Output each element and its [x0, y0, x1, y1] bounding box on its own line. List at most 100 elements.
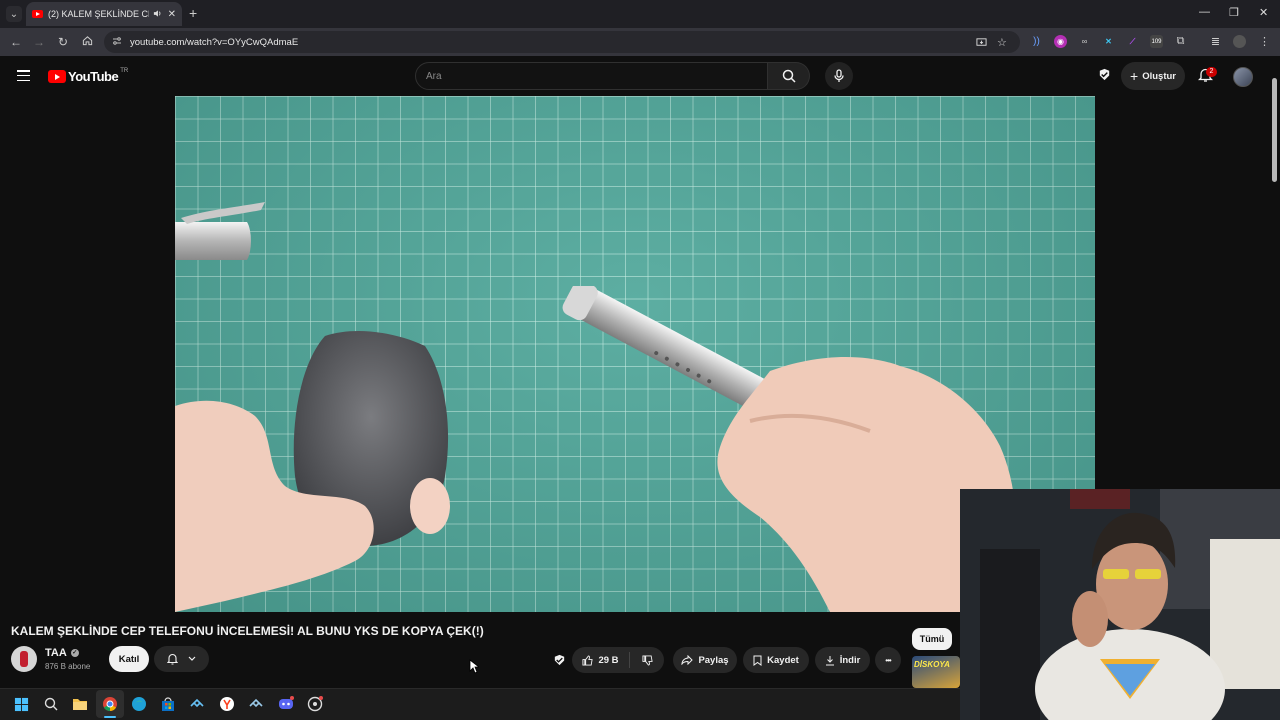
- search-input[interactable]: [415, 62, 769, 90]
- share-label: Paylaş: [698, 654, 729, 666]
- yandex-icon[interactable]: [219, 696, 235, 712]
- obs-icon[interactable]: [307, 696, 323, 712]
- close-window-button[interactable]: ✕: [1259, 6, 1268, 19]
- tab-search-icon[interactable]: ⌄: [6, 6, 22, 22]
- microsoft-store-icon[interactable]: [160, 696, 176, 712]
- extension-pink-icon[interactable]: ◉: [1054, 35, 1067, 48]
- edge-icon[interactable]: [131, 696, 147, 712]
- thumbnail-text: DİSKOYA: [914, 660, 950, 669]
- premium-sparkle-icon[interactable]: [1097, 67, 1112, 87]
- dislike-button[interactable]: [630, 654, 664, 666]
- subscription-bell-button[interactable]: [154, 646, 209, 672]
- video-title: KALEM ŞEKLİNDE CEP TELEFONU İNCELEMESİ! …: [11, 624, 484, 638]
- share-button[interactable]: Paylaş: [673, 647, 737, 673]
- download-icon: [825, 655, 834, 665]
- tab-title: (2) KALEM ŞEKLİNDE CEP TE: [48, 9, 149, 19]
- extensions-puzzle-icon[interactable]: ⧉: [1174, 35, 1187, 48]
- steam-icon[interactable]: [189, 696, 205, 712]
- like-count: 29 B: [598, 654, 619, 666]
- share-arrow-icon: [681, 655, 694, 665]
- channel-avatar[interactable]: [11, 646, 37, 672]
- subscriber-count: 876 B abone: [45, 662, 91, 671]
- url-text: youtube.com/watch?v=OYyCwQAdmaE: [130, 36, 299, 48]
- screen: ⌄ (2) KALEM ŞEKLİNDE CEP TE ✕ + — ❐ ✕ ← …: [0, 0, 1280, 720]
- create-button[interactable]: + Oluştur: [1121, 62, 1185, 90]
- more-horizontal-icon: •••: [885, 655, 891, 665]
- create-label: Oluştur: [1142, 70, 1176, 82]
- thumbs-up-icon: [582, 654, 594, 666]
- home-icon[interactable]: [79, 34, 95, 50]
- account-avatar[interactable]: [1233, 67, 1253, 87]
- tab-close-icon[interactable]: ✕: [168, 9, 176, 20]
- extension-counter-badge: 109: [1151, 38, 1162, 45]
- premium-sparkle-small-icon[interactable]: [552, 653, 567, 672]
- save-label: Kaydet: [767, 654, 799, 666]
- extension-purple-icon[interactable]: ⟋: [1126, 35, 1139, 48]
- filter-chip-all[interactable]: Tümü: [912, 628, 952, 650]
- address-bar[interactable]: youtube.com/watch?v=OYyCwQAdmaE ☆: [104, 31, 1020, 53]
- pen-cap-image: [175, 202, 265, 260]
- extension-counter-icon[interactable]: 109: [1150, 35, 1163, 48]
- bookmark-icon: [753, 655, 762, 666]
- recommended-video-thumbnail[interactable]: DİSKOYA: [912, 656, 960, 688]
- more-actions-button[interactable]: •••: [875, 647, 901, 673]
- minimize-button[interactable]: —: [1199, 6, 1210, 18]
- youtube-logo-text: YouTube: [68, 69, 119, 84]
- steam-client-icon[interactable]: [248, 696, 264, 712]
- extension-wave-icon[interactable]: )): [1030, 35, 1043, 48]
- youtube-header: YouTube TR + Oluştur: [0, 56, 1280, 96]
- browser-menu-icon[interactable]: ⋮: [1258, 35, 1271, 48]
- taskbar-active-indicator: [104, 716, 116, 718]
- download-button[interactable]: İndir: [815, 647, 870, 673]
- like-dislike-group: 29 B: [572, 647, 664, 673]
- chrome-icon[interactable]: [102, 696, 118, 712]
- microphone-icon: [834, 69, 844, 82]
- hamburger-menu-icon[interactable]: [17, 70, 30, 81]
- forward-icon[interactable]: →: [31, 34, 47, 50]
- browser-toolbar: ← → ↻ youtube.com/watch?v=OYyCwQAdmaE ☆ …: [0, 28, 1280, 56]
- file-explorer-icon[interactable]: [72, 696, 88, 712]
- browser-tab-strip: ⌄ (2) KALEM ŞEKLİNDE CEP TE ✕ + — ❐ ✕: [0, 0, 1280, 28]
- save-button[interactable]: Kaydet: [743, 647, 809, 673]
- chevron-down-icon: [188, 656, 196, 661]
- new-tab-button[interactable]: +: [189, 6, 197, 20]
- site-info-icon[interactable]: [112, 36, 122, 48]
- extension-incognito-icon[interactable]: ∞: [1078, 35, 1091, 48]
- webcam-overlay: [960, 489, 1280, 720]
- extension-tool-icon[interactable]: ✕: [1102, 35, 1115, 48]
- youtube-play-logo-icon: [48, 70, 66, 83]
- download-label: İndir: [839, 654, 861, 666]
- discord-icon[interactable]: [278, 696, 294, 712]
- search-box: [415, 62, 810, 90]
- search-button[interactable]: [768, 62, 810, 90]
- taskbar-search-icon[interactable]: [43, 696, 59, 712]
- bookmark-star-icon[interactable]: ☆: [997, 31, 1007, 53]
- profile-avatar-icon[interactable]: [1233, 35, 1246, 48]
- maximize-button[interactable]: ❐: [1229, 6, 1239, 19]
- channel-name-link[interactable]: TAA ✓: [45, 647, 79, 659]
- verified-check-icon: ✓: [70, 649, 79, 657]
- join-button[interactable]: Katıl: [109, 646, 149, 672]
- speaker-icon[interactable]: [153, 9, 162, 20]
- notification-badge: 2: [1206, 67, 1217, 77]
- streamer-webcam-image: [960, 489, 1280, 720]
- windows-start-icon[interactable]: [13, 696, 29, 712]
- bell-icon: [167, 653, 178, 665]
- like-button[interactable]: 29 B: [572, 652, 630, 668]
- back-icon[interactable]: ←: [8, 34, 24, 50]
- youtube-logo[interactable]: YouTube TR: [48, 67, 129, 84]
- install-app-icon[interactable]: [976, 31, 987, 53]
- video-player[interactable]: [175, 96, 1095, 612]
- thumbs-down-icon: [641, 654, 653, 666]
- youtube-favicon-icon: [32, 10, 43, 18]
- plus-icon: +: [1130, 68, 1139, 84]
- search-icon: [782, 69, 796, 83]
- reload-icon[interactable]: ↻: [55, 34, 71, 50]
- country-code: TR: [120, 67, 129, 74]
- browser-tab-active[interactable]: (2) KALEM ŞEKLİNDE CEP TE ✕: [26, 2, 182, 26]
- left-hand-image: [175, 400, 450, 612]
- mouse-cursor-icon: [469, 659, 479, 674]
- voice-search-button[interactable]: [825, 62, 853, 90]
- page-scrollbar-thumb[interactable]: [1272, 78, 1277, 182]
- reading-list-icon[interactable]: ≣: [1209, 35, 1222, 48]
